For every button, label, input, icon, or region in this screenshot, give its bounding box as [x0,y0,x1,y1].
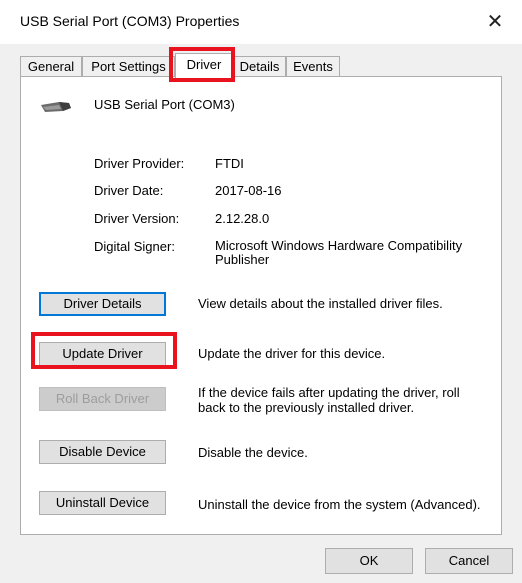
digital-signer-label: Digital Signer: [94,239,175,254]
close-icon[interactable]: ✕ [480,8,510,36]
driver-date-value: 2017-08-16 [215,183,282,198]
cancel-button[interactable]: Cancel [425,548,513,574]
driver-version-label: Driver Version: [94,211,180,226]
roll-back-driver-description: If the device fails after updating the d… [198,385,460,415]
update-driver-description: Update the driver for this device. [198,346,386,361]
tab-general[interactable]: General [20,56,82,77]
uninstall-device-button[interactable]: Uninstall Device [39,491,166,515]
driver-details-description: View details about the installed driver … [198,296,443,311]
disable-device-description: Disable the device. [198,445,308,460]
driver-version-value: 2.12.28.0 [215,211,270,226]
driver-provider-label: Driver Provider: [94,156,185,171]
digital-signer-value: Microsoft Windows Hardware Compatibility… [215,238,463,267]
update-driver-highlight [31,332,177,369]
tab-port-settings[interactable]: Port Settings [82,56,175,77]
uninstall-device-description: Uninstall the device from the system (Ad… [198,497,481,512]
driver-provider-value: FTDI [215,156,244,171]
window-title: USB Serial Port (COM3) Properties [20,13,240,29]
disable-device-button[interactable]: Disable Device [39,440,166,464]
tab-events[interactable]: Events [286,56,340,77]
driver-date-label: Driver Date: [94,183,164,198]
driver-tab-highlight [169,47,235,82]
roll-back-driver-button: Roll Back Driver [39,387,166,411]
driver-details-button[interactable]: Driver Details [39,292,166,316]
tab-details[interactable]: Details [233,56,286,77]
driver-panel: USB Serial Port (COM3) Driver Provider: … [20,76,502,535]
usb-connector-icon [39,99,73,118]
ok-button[interactable]: OK [325,548,413,574]
title-bar: USB Serial Port (COM3) Properties ✕ [0,0,522,44]
device-name: USB Serial Port (COM3) [94,97,235,112]
